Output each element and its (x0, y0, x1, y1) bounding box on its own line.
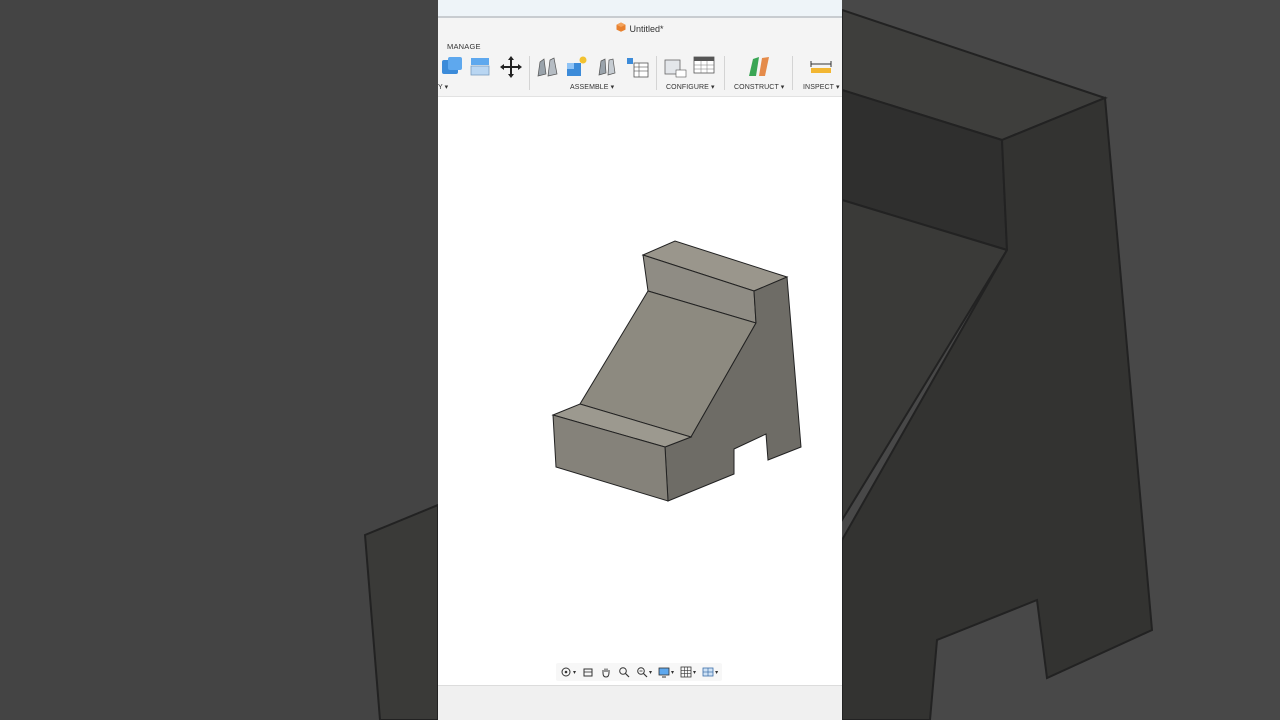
ribbon-divider (724, 56, 725, 90)
toolbar-ribbon: MANAGE Y ▾ ASSEMBLE ▾ CONFIGURE ▾ CONSTR… (438, 40, 842, 97)
align-icon[interactable] (468, 54, 494, 80)
grid-dropdown-caret[interactable]: ▾ (693, 669, 696, 676)
status-bar (438, 685, 842, 720)
pan-icon[interactable] (598, 664, 614, 680)
fusion-app-window: Untitled* MANAGE Y ▾ ASSEMBLE ▾ CONFIGUR… (438, 0, 842, 720)
offset-plane-icon[interactable] (746, 54, 772, 80)
configuration-table-icon[interactable] (692, 54, 718, 80)
document-title-bar: Untitled* (438, 18, 842, 40)
zoom-icon[interactable] (634, 664, 650, 680)
document-title[interactable]: Untitled* (629, 24, 663, 34)
angled-bracket-model[interactable] (438, 97, 842, 685)
ribbon-divider (656, 56, 657, 90)
viewports-dropdown-caret[interactable]: ▾ (715, 669, 718, 676)
group-label-construct[interactable]: CONSTRUCT ▾ (734, 83, 784, 91)
combine-icon[interactable] (438, 54, 464, 80)
ribbon-divider (529, 56, 530, 90)
background-model-right (842, 8, 1154, 720)
bom-table-icon[interactable] (624, 54, 650, 80)
measure-icon[interactable] (808, 54, 834, 80)
as-built-joint-icon[interactable] (595, 54, 621, 80)
display-settings-icon[interactable] (656, 664, 672, 680)
configure-icon[interactable] (662, 54, 688, 80)
group-label-assemble[interactable]: ASSEMBLE ▾ (570, 83, 614, 91)
group-label-modify[interactable]: Y ▾ (438, 83, 448, 91)
viewports-icon[interactable] (700, 664, 716, 680)
tab-manage[interactable]: MANAGE (447, 42, 481, 51)
zoom-window-icon[interactable] (616, 664, 632, 680)
display-dropdown-caret[interactable]: ▾ (671, 669, 674, 676)
ribbon-divider (792, 56, 793, 90)
3d-canvas[interactable]: ▾ ▾ ▾ ▾ ▾ (438, 97, 842, 685)
background-blur-right (842, 0, 1280, 720)
browser-top-strip (438, 0, 842, 18)
zoom-dropdown-caret[interactable]: ▾ (649, 669, 652, 676)
document-cube-icon (616, 19, 626, 37)
grid-icon[interactable] (678, 664, 694, 680)
look-at-icon[interactable] (580, 664, 596, 680)
group-label-configure[interactable]: CONFIGURE ▾ (666, 83, 715, 91)
group-label-inspect[interactable]: INSPECT ▾ (803, 83, 840, 91)
background-model-left (363, 503, 438, 720)
orbit-dropdown-caret[interactable]: ▾ (573, 669, 576, 676)
move-icon[interactable] (498, 54, 524, 80)
navigation-bar: ▾ ▾ ▾ ▾ ▾ (556, 663, 723, 681)
joint-icon[interactable] (535, 54, 561, 80)
orbit-icon[interactable] (558, 664, 574, 680)
new-component-icon[interactable] (564, 54, 590, 80)
background-blur-left (0, 0, 438, 720)
